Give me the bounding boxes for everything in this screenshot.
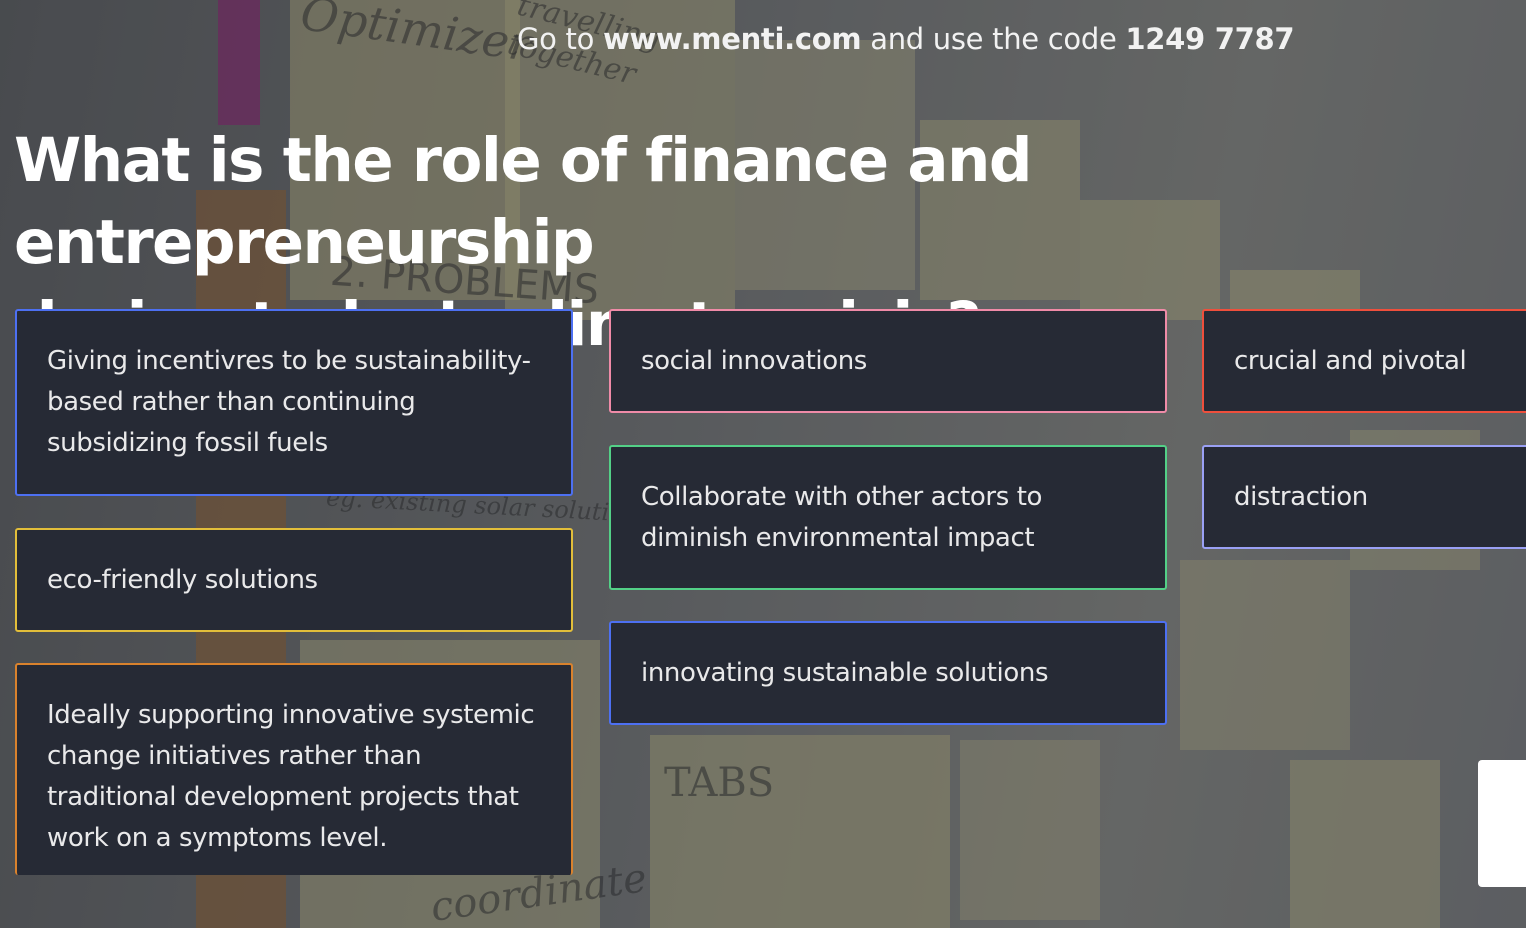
response-card: social innovations — [609, 309, 1167, 413]
response-card: crucial and pivotal — [1202, 309, 1526, 413]
response-card: Giving incentivres to be sustainability-… — [15, 309, 573, 496]
join-code: 1249 7787 — [1125, 22, 1295, 56]
join-url: www.menti.com — [602, 22, 862, 56]
response-card: distraction — [1202, 445, 1526, 549]
response-card: innovating sustainable solutions — [609, 621, 1167, 725]
question-line-1: What is the role of finance and entrepre… — [14, 125, 1033, 278]
response-card: Collaborate with other actors to diminis… — [609, 445, 1167, 590]
join-middle: and use the code — [870, 22, 1117, 56]
join-instructions: Go to www.menti.com and use the code 124… — [517, 22, 1295, 56]
response-card: Ideally supporting innovative systemic c… — [15, 663, 573, 875]
response-card: eco-friendly solutions — [15, 528, 573, 632]
side-control-tab[interactable] — [1478, 760, 1526, 887]
join-prefix: Go to — [517, 22, 595, 56]
